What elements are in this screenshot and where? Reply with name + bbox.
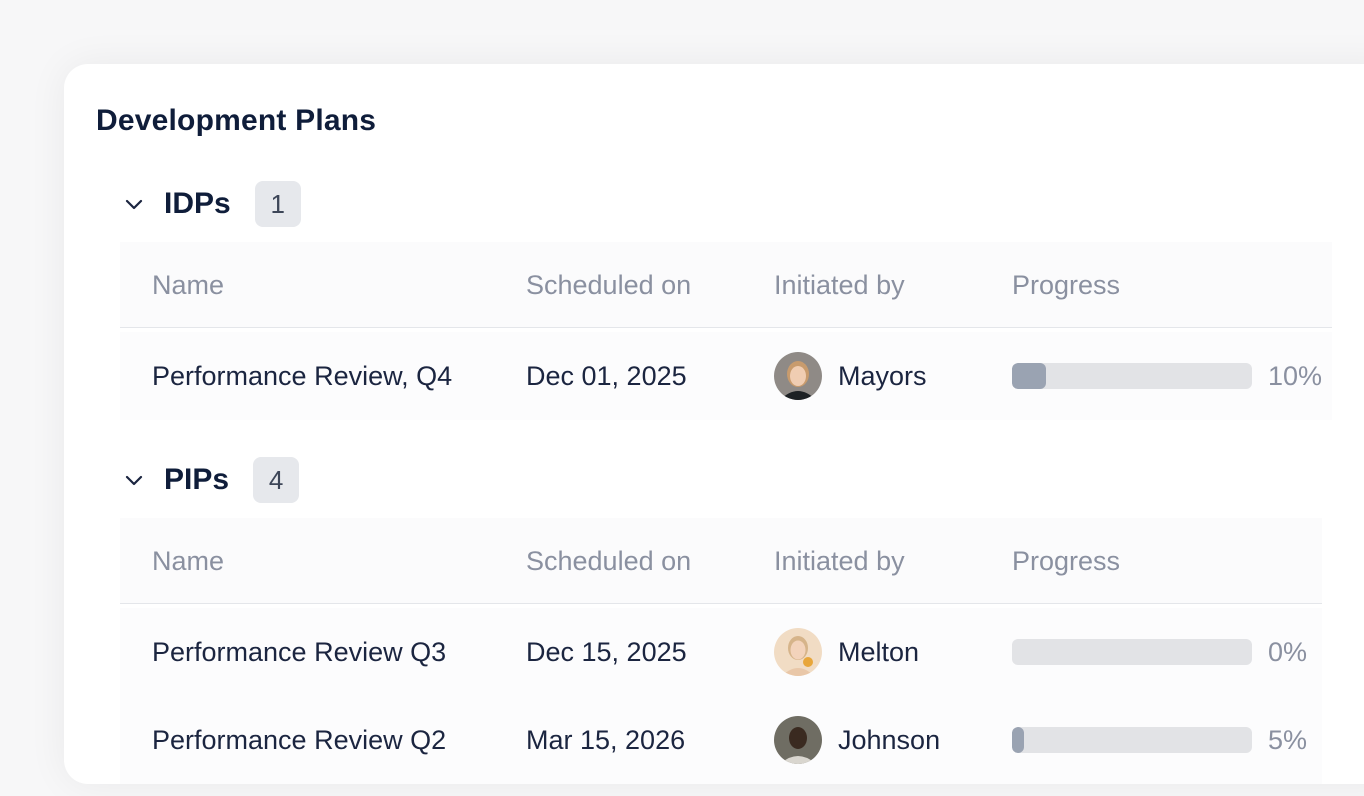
progress-bar (1012, 363, 1252, 389)
column-header-progress[interactable]: Progress (1012, 242, 1120, 328)
progress-indicator: 0% (1012, 608, 1307, 696)
idps-section: IDPs 1 Name Scheduled on Initiated by Pr… (120, 180, 1332, 420)
column-header-initiated[interactable]: Initiated by (774, 242, 905, 328)
initiator-name: Mayors (838, 360, 927, 391)
plan-name[interactable]: Performance Review Q3 (152, 608, 446, 696)
progress-indicator: 5% (1012, 696, 1307, 784)
initiator: Mayors (774, 332, 927, 420)
initiator: Johnson (774, 696, 940, 784)
pips-table-header: Name Scheduled on Initiated by Progress (120, 518, 1322, 604)
chevron-down-icon[interactable] (120, 190, 148, 218)
pips-section-header[interactable]: PIPs 4 (120, 456, 520, 504)
avatar (774, 352, 822, 400)
column-header-scheduled[interactable]: Scheduled on (526, 518, 691, 604)
table-row[interactable]: Performance Review Q2 Mar 15, 2026 Johns… (120, 696, 1322, 784)
initiator-name: Melton (838, 636, 920, 667)
plan-name[interactable]: Performance Review, Q4 (152, 332, 452, 420)
progress-percent: 10% (1268, 360, 1323, 391)
pips-count-badge: 4 (253, 457, 300, 503)
pips-title: PIPs (164, 463, 230, 496)
progress-bar (1012, 639, 1252, 665)
page-title: Development Plans (96, 104, 377, 137)
progress-percent: 5% (1268, 724, 1308, 755)
column-header-name[interactable]: Name (152, 242, 224, 328)
table-row[interactable]: Performance Review Q3 Dec 15, 2025 Melto… (120, 608, 1322, 696)
progress-bar-fill (1012, 727, 1024, 753)
initiator: Melton (774, 608, 919, 696)
column-header-scheduled[interactable]: Scheduled on (526, 242, 691, 328)
idps-table-header: Name Scheduled on Initiated by Progress (120, 242, 1332, 328)
initiator-name: Johnson (838, 724, 941, 755)
pips-section: PIPs 4 Name Scheduled on Initiated by Pr… (120, 456, 1332, 796)
column-header-initiated[interactable]: Initiated by (774, 518, 905, 604)
plan-name[interactable]: Performance Review Q2 (152, 696, 446, 784)
idps-count-badge: 1 (254, 181, 301, 227)
progress-indicator: 10% (1012, 332, 1322, 420)
idps-title: IDPs (164, 187, 231, 220)
progress-bar-fill (1012, 363, 1046, 389)
progress-bar (1012, 727, 1252, 753)
scheduled-date: Dec 01, 2025 (526, 361, 687, 391)
scheduled-date: Dec 15, 2025 (526, 637, 687, 667)
column-header-name[interactable]: Name (152, 518, 224, 604)
avatar (774, 628, 822, 676)
column-header-progress[interactable]: Progress (1012, 518, 1120, 604)
idps-section-header[interactable]: IDPs 1 (120, 180, 520, 228)
scheduled-date: Mar 15, 2026 (526, 725, 686, 755)
development-plans-card: Development Plans IDPs 1 Name Scheduled … (64, 64, 1364, 784)
table-row[interactable]: Performance Review, Q4 Dec 01, 2025 Mayo… (120, 332, 1332, 420)
progress-percent: 0% (1268, 636, 1308, 667)
avatar (774, 716, 822, 764)
chevron-down-icon[interactable] (120, 466, 148, 494)
